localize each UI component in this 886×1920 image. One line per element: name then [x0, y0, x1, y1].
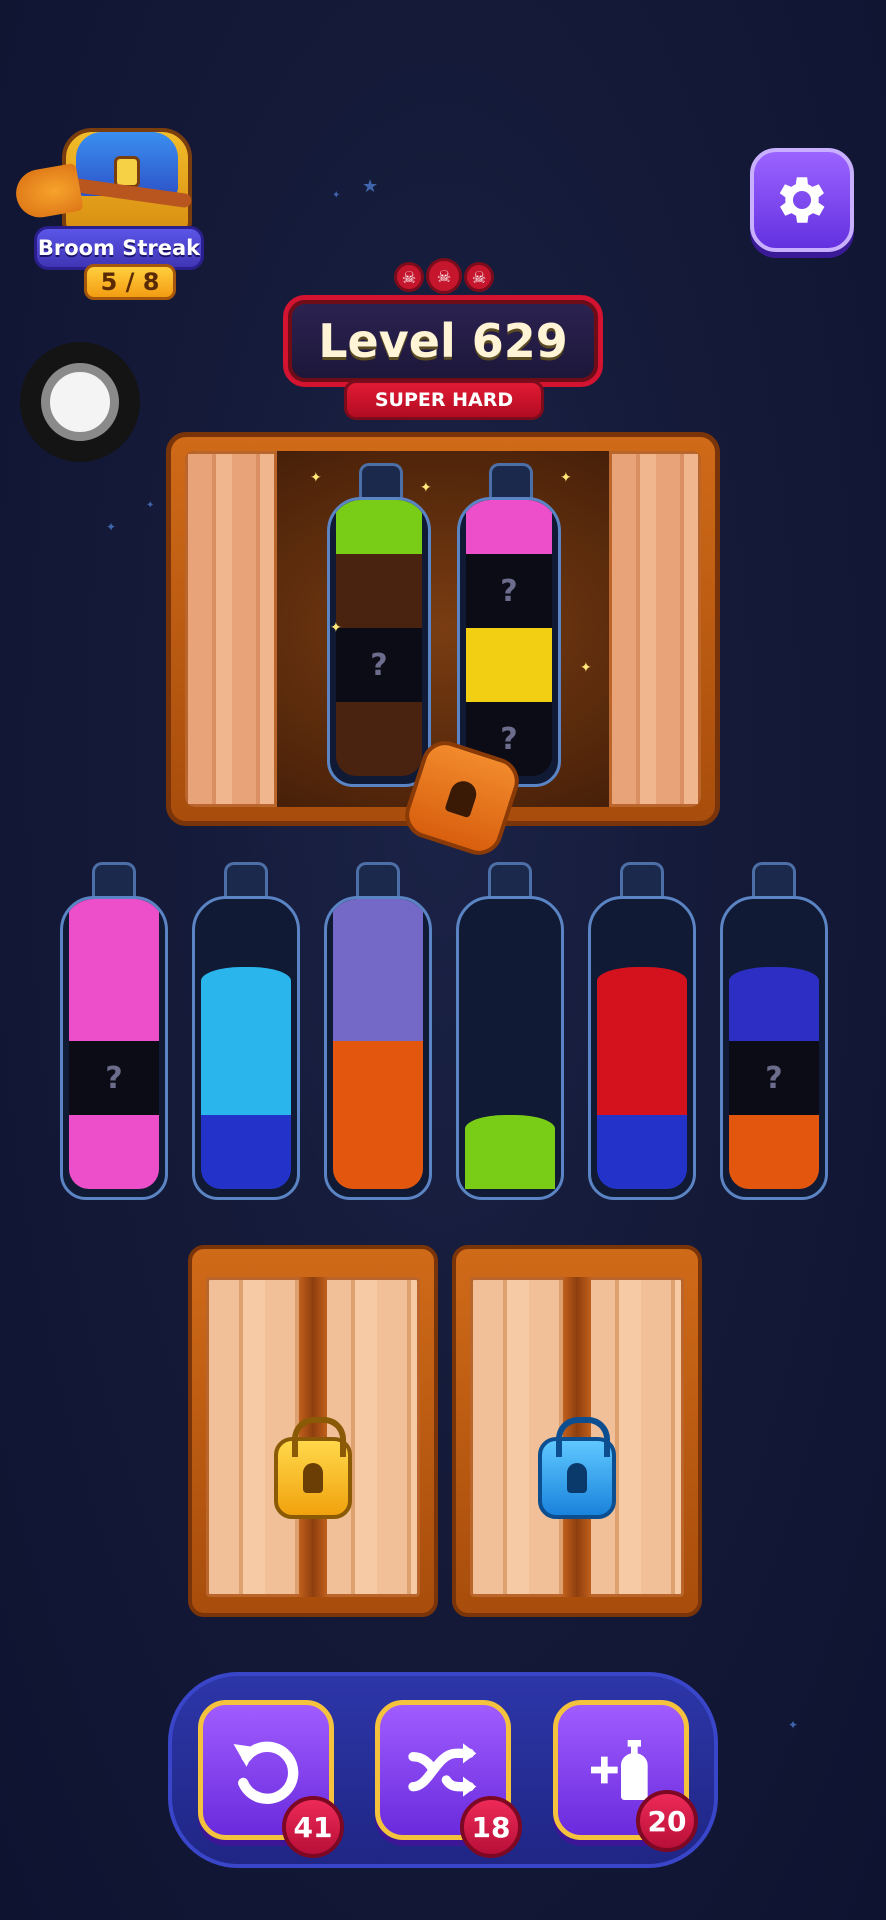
bottle[interactable]: ?? — [457, 463, 561, 793]
gear-icon — [779, 177, 825, 223]
level-badge: Level 629 — [283, 295, 603, 387]
liquid-layer-brown — [336, 702, 422, 776]
streak-progress: 5 / 8 — [84, 264, 176, 300]
add-bottle-count-badge: 20 — [636, 1790, 698, 1852]
hidden-liquid-layer: ? — [466, 554, 552, 628]
bottle[interactable] — [324, 862, 432, 1200]
star-icon: ✦ — [332, 190, 341, 201]
bottle[interactable] — [456, 862, 564, 1200]
liquid-layer-yellow — [466, 628, 552, 702]
bottle-glass: ? — [327, 497, 431, 787]
liquid-layer-pink — [69, 899, 159, 967]
liquid-layer-red — [597, 1041, 687, 1115]
star-icon: ★ — [362, 176, 379, 197]
liquid-layer-red — [597, 967, 687, 1041]
bottle[interactable]: ? — [327, 463, 431, 793]
streak-label: Broom Streak — [37, 236, 201, 260]
record-icon — [41, 363, 119, 441]
bottle-glass: ? — [720, 896, 828, 1200]
shuffle-icon — [408, 1743, 477, 1797]
liquid-layer-indigo — [729, 967, 819, 1041]
liquid-layer-brown — [336, 554, 422, 628]
bottle-glass — [456, 896, 564, 1200]
broom-streak-widget[interactable]: Broom Streak 5 / 8 — [12, 118, 212, 304]
bottle-glass — [192, 896, 300, 1200]
record-button[interactable] — [20, 342, 140, 462]
difficulty-label: SUPER HARD — [344, 380, 544, 420]
sparkle-icon: ✦ — [330, 620, 342, 636]
sparkle-icon: ✦ — [560, 470, 572, 486]
bottle-glass — [588, 896, 696, 1200]
liquid-layer-lavender — [333, 967, 423, 1041]
bottle-glass: ?? — [457, 497, 561, 787]
hidden-liquid-layer: ? — [336, 628, 422, 702]
liquid-layer-pink — [69, 967, 159, 1041]
liquid-layer-blue — [597, 1115, 687, 1189]
hidden-liquid-layer: ? — [729, 1041, 819, 1115]
bottle[interactable]: ? — [720, 862, 828, 1200]
liquid-layer-lavender — [333, 899, 423, 967]
sparkle-icon: ✦ — [580, 660, 592, 676]
undo-count-badge: 41 — [282, 1796, 344, 1858]
blue-padlock-icon — [538, 1417, 616, 1519]
bottle-glass: ? — [60, 896, 168, 1200]
level-title: Level 629 — [318, 314, 568, 368]
liquid-layer-orange — [333, 1041, 423, 1115]
star-icon: ✦ — [788, 1718, 799, 1732]
skull-icon: ☠ — [394, 262, 424, 292]
skull-icon: ☠ — [426, 258, 462, 294]
liquid-layer-cyan — [201, 1041, 291, 1115]
liquid-layer-blue — [201, 1115, 291, 1189]
star-icon: ✦ — [146, 500, 155, 511]
undo-icon — [233, 1741, 299, 1804]
keyhole — [567, 1463, 587, 1493]
liquid-layer-green — [465, 1115, 555, 1189]
shuffle-count-badge: 18 — [460, 1796, 522, 1858]
liquid-layer-orange — [729, 1115, 819, 1189]
locked-slot[interactable] — [188, 1245, 438, 1617]
bottle[interactable] — [588, 862, 696, 1200]
locked-slot[interactable] — [452, 1245, 702, 1617]
liquid-layer-pink — [69, 1115, 159, 1189]
settings-button[interactable] — [750, 148, 854, 252]
yellow-padlock-icon — [274, 1417, 352, 1519]
skull-icon: ☠ — [464, 262, 494, 292]
cabinet-door-left — [185, 451, 277, 807]
keyhole — [303, 1463, 323, 1493]
bottle[interactable]: ? — [60, 862, 168, 1200]
sparkle-icon: ✦ — [310, 470, 322, 486]
sparkle-icon: ✦ — [420, 480, 432, 496]
keyhole — [444, 777, 480, 819]
bottle-glass — [324, 896, 432, 1200]
liquid-layer-green — [336, 500, 422, 554]
liquid-layer-orange — [333, 1115, 423, 1189]
star-icon: ✦ — [106, 520, 117, 534]
liquid-layer-cyan — [201, 967, 291, 1041]
liquid-layer-pink — [466, 500, 552, 554]
hidden-liquid-layer: ? — [69, 1041, 159, 1115]
bottle[interactable] — [192, 862, 300, 1200]
cabinet-door-right — [609, 451, 701, 807]
